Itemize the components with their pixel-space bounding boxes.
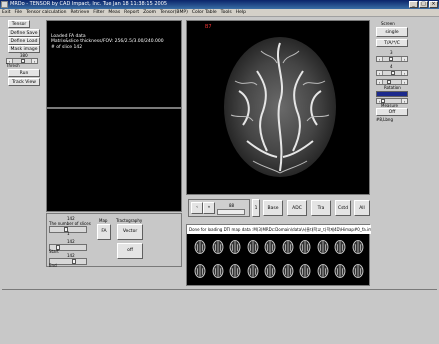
menu-meas[interactable]: Meas (106, 9, 122, 17)
orientation-button[interactable]: T/A/*/C (376, 39, 408, 47)
rotation-label: Rotation (384, 85, 401, 90)
log-panel (46, 108, 182, 212)
slice-thumbnail[interactable] (211, 263, 225, 279)
brain-fa-image (224, 37, 336, 177)
slice-thumbnail[interactable] (298, 239, 312, 255)
rotation-bar[interactable] (376, 91, 408, 97)
image-viewer[interactable]: B7 (186, 20, 370, 195)
slider2-value: 4 (390, 64, 393, 69)
close-button[interactable]: × (429, 1, 438, 8)
slice-thumbnail[interactable] (333, 263, 347, 279)
start-label: Start (49, 249, 59, 254)
measure-status: #8,Lbng (376, 117, 394, 122)
off-button[interactable]: off (117, 243, 143, 259)
menu-retrieve[interactable]: Retrieve (68, 9, 91, 17)
slice-thumbnail[interactable] (228, 239, 242, 255)
slices-subvalue: 1 (67, 231, 70, 236)
slice-thumbnail[interactable] (246, 263, 260, 279)
arrow-left-icon[interactable]: ‹ (377, 80, 383, 85)
measure-off-button[interactable]: Off (376, 108, 408, 116)
menu-report[interactable]: Report (122, 9, 141, 17)
menu-help[interactable]: Help (234, 9, 248, 17)
slider-thumb[interactable] (72, 259, 76, 264)
menu-tensor-calculation[interactable]: Tensor calculation (24, 9, 68, 17)
slice-thumbnail[interactable] (333, 239, 347, 255)
thresh-label: Thresh (6, 63, 20, 68)
menu-tensor-bmp[interactable]: Tensor(BMP) (158, 9, 190, 17)
fa-button[interactable]: FA (97, 224, 111, 240)
window-title: MRDo - TENSOR by CAD Impact, Inc. Tue Ja… (10, 1, 168, 7)
title-bar: MRDo - TENSOR by CAD Impact, Inc. Tue Ja… (0, 0, 439, 9)
arrow-right-icon[interactable]: › (401, 57, 407, 62)
menu-zoom[interactable]: Zoom (141, 9, 158, 17)
base-button[interactable]: Base (263, 200, 283, 216)
status-message: Done for loading DTI map data :M(3)MRDc:… (187, 225, 371, 234)
vector-button[interactable]: Vector (117, 224, 143, 240)
right-slider-1[interactable]: ‹ › (376, 56, 408, 62)
info-line-3: # of slice 142 (51, 45, 83, 50)
slice-thumbnail[interactable] (316, 239, 330, 255)
slider-thumb[interactable] (387, 80, 391, 84)
image-nav-track[interactable] (217, 209, 245, 215)
thumbnail-strip: Done for loading DTI map data :M(3)MRDc:… (186, 224, 371, 286)
slice-thumbnail[interactable] (298, 263, 312, 279)
menu-tools[interactable]: Tools (219, 9, 234, 17)
run-button[interactable]: Run (8, 69, 40, 77)
menu-exit[interactable]: Exit (0, 9, 13, 17)
slice-thumbnail[interactable] (281, 263, 295, 279)
menu-file[interactable]: File (13, 9, 25, 17)
arrow-right-icon[interactable]: › (401, 99, 407, 104)
slice-thumbnail[interactable] (211, 239, 225, 255)
slice-thumbnail[interactable] (281, 239, 295, 255)
app-icon (1, 1, 8, 8)
arrow-right-icon[interactable]: › (401, 71, 407, 76)
image-nav-slider[interactable]: ‹ « 88 (188, 199, 250, 217)
define-save-button[interactable]: Define Save (8, 29, 40, 37)
define-load-button[interactable]: Define Load (8, 37, 40, 45)
right-slider-2[interactable]: ‹ › (376, 70, 408, 76)
arrow-left-icon[interactable]: ‹ (377, 71, 383, 76)
mask-image-button[interactable]: Mask image (8, 45, 40, 53)
slice-thumbnail[interactable] (263, 239, 277, 255)
tractography-label: Tractography (116, 218, 143, 223)
menu-filter[interactable]: Filter (91, 9, 106, 17)
slider-thumb[interactable] (21, 59, 25, 63)
slider-thumb[interactable] (391, 71, 395, 75)
slice-thumbnail[interactable] (228, 263, 242, 279)
arrow-left-icon[interactable]: ‹ (191, 202, 203, 214)
slice-thumbnail[interactable] (246, 239, 260, 255)
arrow-left-double-icon[interactable]: « (203, 202, 215, 214)
tra-button[interactable]: Tra (311, 200, 331, 216)
arrow-right-icon[interactable]: › (31, 59, 37, 64)
slider-thumb[interactable] (389, 57, 393, 61)
end-label: End (49, 263, 57, 268)
slice-controls-group: 142 The number of slices 1 142 Start 142… (46, 213, 182, 268)
adc-button[interactable]: ADC (287, 200, 307, 216)
map-label: Map (99, 218, 108, 223)
bottom-panel (2, 289, 437, 342)
menu-bar: Exit File Tensor calculation Retrieve Filter… (0, 9, 439, 17)
slice-thumbnail[interactable] (316, 263, 330, 279)
image-nav-value: 88 (229, 203, 235, 208)
slice-thumbnail[interactable] (193, 239, 207, 255)
page-index[interactable]: 1 (252, 199, 260, 217)
slice-thumbnail[interactable] (351, 263, 365, 279)
tensor-button[interactable]: Tensor (8, 20, 30, 28)
slice-thumbnail[interactable] (193, 263, 207, 279)
menu-color-table[interactable]: Color Table (190, 9, 219, 17)
cstd-button[interactable]: Cstd (335, 200, 351, 216)
info-panel: Loaded FA data Matrix&slice thickness/FO… (46, 20, 182, 108)
arrow-right-icon[interactable]: › (401, 80, 407, 85)
maximize-button[interactable]: □ (419, 1, 428, 8)
slider1-value: 3 (390, 50, 393, 55)
all-button[interactable]: All (354, 200, 370, 216)
slice-thumbnail[interactable] (351, 239, 365, 255)
track-view-button[interactable]: Track View (8, 78, 40, 86)
slice-thumbnail[interactable] (263, 263, 277, 279)
arrow-left-icon[interactable]: ‹ (377, 57, 383, 62)
screen-single-button[interactable]: single (376, 27, 408, 37)
screen-label: Screen (381, 21, 395, 26)
minimize-button[interactable]: _ (409, 1, 418, 8)
